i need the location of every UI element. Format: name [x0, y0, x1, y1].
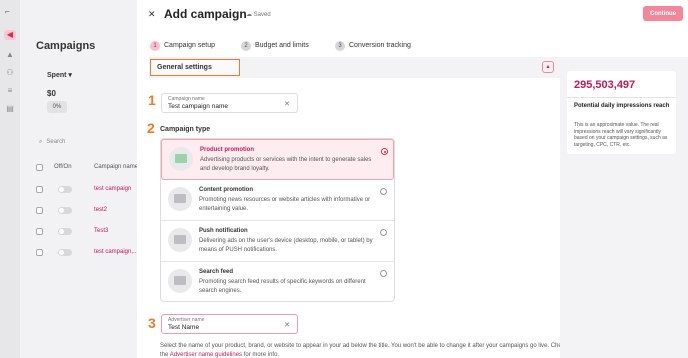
search-icon: ⌕: [39, 139, 43, 145]
page-title: Campaigns: [36, 40, 96, 52]
column-header-campaign-name: Campaign name: [94, 164, 139, 170]
saved-label: Saved: [253, 12, 271, 18]
collapse-button[interactable]: ▴: [542, 61, 554, 73]
modal-title: Add campaign: [164, 7, 247, 21]
search-feed-icon: [168, 269, 192, 293]
option-push-notification[interactable]: Push notification Delivering ads on the …: [161, 221, 394, 262]
table-row-name[interactable]: test campaign: [94, 186, 131, 192]
radio-unselected[interactable]: [380, 270, 387, 277]
spent-label: Spent: [47, 72, 67, 79]
document-icon[interactable]: ▤: [4, 104, 16, 114]
logo-icon: ⌐: [5, 7, 10, 16]
option-product-promotion[interactable]: Product promotion Advertising products o…: [161, 139, 394, 180]
left-rail: ⌐ ◀ ▲ ⚇ ≡ ▤: [0, 0, 20, 358]
advertiser-name-value: Test Name: [168, 324, 200, 331]
option-search-feed[interactable]: Search feed Promoting search feed result…: [161, 262, 394, 303]
right-panel: 295,503,497 Potential daily impressions …: [560, 57, 688, 358]
step-number: 3: [335, 41, 345, 52]
column-header-offon: Off/On: [54, 164, 72, 170]
add-campaign-modal: ✕ Add campaign ☁ Saved Continue 1 Campaig…: [137, 0, 688, 358]
step-budget-and-limits[interactable]: 2 Budget and limits: [241, 37, 309, 52]
divider: [567, 97, 676, 98]
annotation-marker-3: 3: [148, 315, 156, 331]
section-title: General settings: [157, 64, 212, 71]
option-description: Delivering ads on the user's device (des…: [199, 238, 373, 253]
radio-unselected[interactable]: [380, 229, 387, 236]
content-promotion-icon: [168, 187, 192, 211]
impressions-number: 295,503,497: [574, 79, 636, 91]
continue-button[interactable]: Continue: [643, 6, 683, 21]
campaign-name-field[interactable]: Campaign name Test campaign name ✕: [161, 93, 298, 113]
table-row-name[interactable]: Test3: [94, 228, 108, 234]
users-icon[interactable]: ⚇: [4, 68, 16, 78]
step-label: Campaign setup: [164, 42, 215, 50]
row-toggle[interactable]: [58, 207, 72, 214]
section-highlight: General settings: [150, 59, 240, 76]
megaphone-icon[interactable]: ◀: [4, 30, 16, 40]
option-description: Promoting news resources or website arti…: [199, 197, 371, 212]
row-toggle[interactable]: [58, 186, 72, 193]
step-label: Budget and limits: [255, 42, 309, 50]
search-box[interactable]: ⌕ Search: [39, 139, 65, 146]
radio-selected[interactable]: [381, 148, 388, 155]
spent-dropdown[interactable]: Spent ▾: [47, 71, 72, 79]
step-number: 1: [150, 41, 160, 52]
option-title: Product promotion: [200, 147, 254, 153]
option-title: Push notification: [199, 228, 248, 234]
help-text-part: for more info.: [242, 351, 280, 358]
row-checkbox[interactable]: [36, 228, 43, 235]
row-checkbox[interactable]: [36, 207, 43, 214]
table-row-name[interactable]: test campaign,...: [94, 249, 138, 255]
push-notification-icon: [168, 228, 192, 252]
chevron-up-icon: ▴: [546, 64, 550, 70]
campaign-type-list: Product promotion Advertising products o…: [160, 138, 395, 302]
radio-unselected[interactable]: [380, 188, 387, 195]
advertiser-name-label: Advertiser name: [168, 317, 205, 323]
impressions-title: Potential daily impressions reach: [574, 103, 670, 109]
table-row-name[interactable]: test2: [94, 207, 107, 213]
row-checkbox[interactable]: [36, 186, 43, 193]
step-label: Conversion tracking: [349, 42, 411, 50]
search-placeholder: Search: [46, 139, 66, 145]
chevron-down-icon: ▾: [68, 72, 72, 79]
spent-amount: $0: [47, 89, 56, 98]
impressions-card: 295,503,497 Potential daily impressions …: [567, 71, 676, 154]
clear-icon[interactable]: ✕: [284, 321, 290, 329]
advertiser-guidelines-link[interactable]: Advertiser name guidelines: [170, 352, 242, 358]
row-toggle[interactable]: [58, 249, 72, 256]
step-campaign-setup[interactable]: 1 Campaign setup: [150, 37, 215, 52]
option-description: Advertising products or services with th…: [200, 157, 372, 172]
cloud-icon: ☁: [246, 12, 252, 18]
option-title: Search feed: [199, 269, 234, 275]
option-title: Content promotion: [199, 187, 253, 193]
option-description: Promoting search feed results of specifi…: [199, 279, 366, 294]
saved-status: ☁ Saved: [246, 11, 271, 18]
chart-icon[interactable]: ▲: [4, 50, 16, 60]
campaign-type-heading: Campaign type: [160, 126, 211, 133]
advertiser-name-field[interactable]: Advertiser name Test Name ✕: [161, 314, 298, 334]
modal-header: ✕ Add campaign ☁ Saved Continue: [137, 0, 688, 30]
step-conversion-tracking[interactable]: 3 Conversion tracking: [335, 37, 411, 52]
advertiser-help-text: Select the name of your product, brand, …: [160, 342, 580, 358]
select-all-checkbox[interactable]: [36, 164, 43, 171]
product-promotion-icon: [169, 147, 193, 171]
general-settings-section: General settings ▴: [149, 57, 560, 78]
row-checkbox[interactable]: [36, 249, 43, 256]
clear-icon[interactable]: ✕: [284, 100, 290, 108]
close-icon[interactable]: ✕: [148, 9, 156, 20]
step-number: 2: [241, 41, 251, 52]
option-content-promotion[interactable]: Content promotion Promoting news resourc…: [161, 180, 394, 221]
list-icon[interactable]: ≡: [4, 86, 16, 96]
impressions-description: This is an approximate value. The real i…: [574, 122, 668, 148]
annotation-marker-1: 1: [148, 92, 156, 108]
spent-percent-badge: 0%: [47, 101, 67, 113]
row-toggle[interactable]: [58, 228, 72, 235]
campaign-name-label: Campaign name: [168, 96, 205, 102]
campaign-name-value: Test campaign name: [168, 103, 228, 110]
annotation-marker-2: 2: [147, 120, 155, 136]
